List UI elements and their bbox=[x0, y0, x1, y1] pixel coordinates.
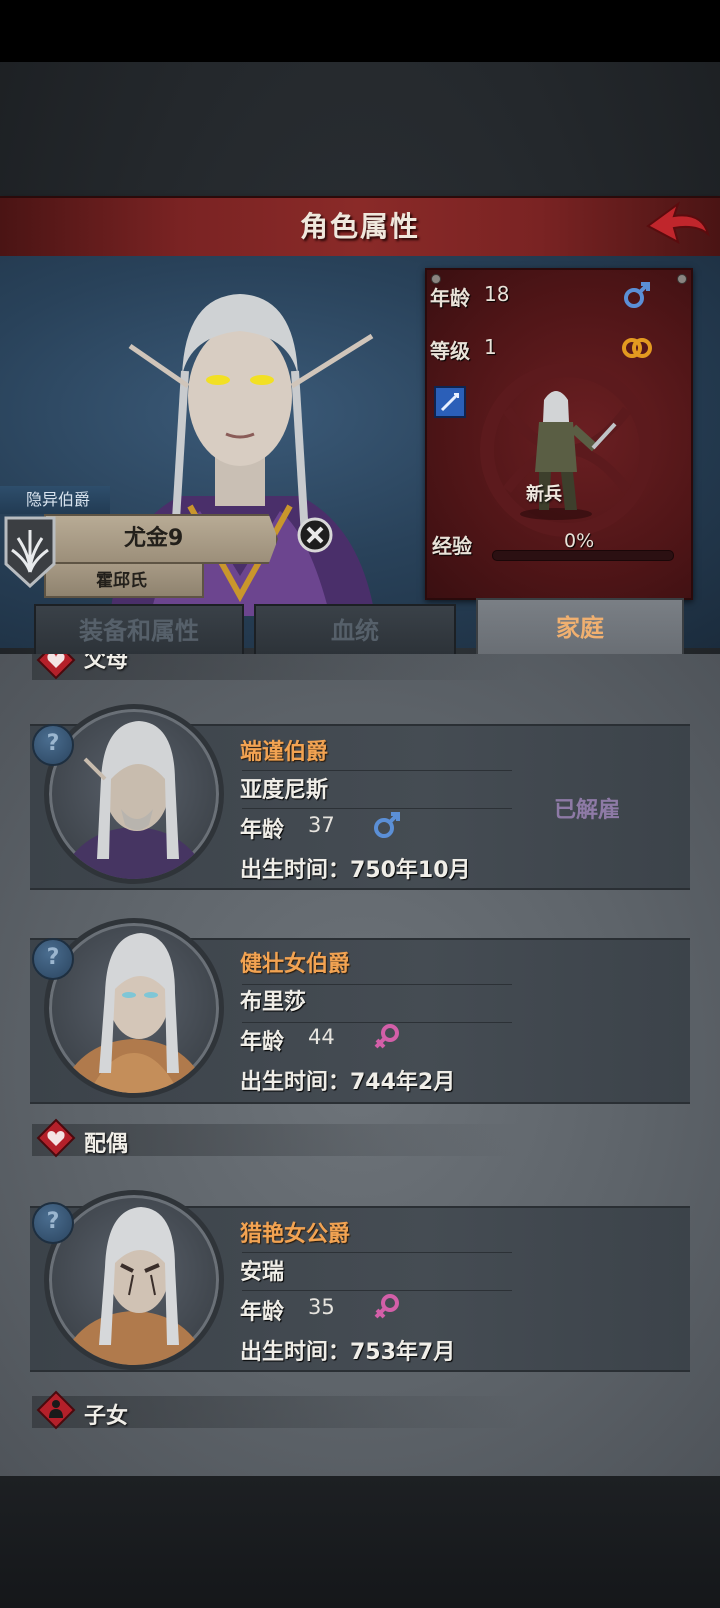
close-icon bbox=[297, 517, 333, 553]
exp-percent: 0% bbox=[564, 530, 595, 552]
member-portrait[interactable] bbox=[44, 704, 224, 884]
mother-portrait-image bbox=[59, 933, 209, 1093]
help-badge[interactable]: ? bbox=[32, 724, 74, 766]
sword-icon bbox=[440, 392, 460, 412]
male-symbol-icon bbox=[374, 812, 400, 838]
wedding-rings-icon bbox=[622, 338, 652, 358]
member-age-label: 年龄 bbox=[240, 1300, 285, 1325]
member-age: 44 bbox=[308, 1025, 335, 1049]
member-birth-date: 出生时间：753年7月 bbox=[240, 1340, 456, 1365]
divider bbox=[242, 808, 512, 809]
level-value: 1 bbox=[484, 335, 497, 359]
divider bbox=[242, 1290, 512, 1291]
noble-title-tag: 隐异伯爵 bbox=[0, 486, 110, 514]
status-bar bbox=[0, 0, 720, 62]
child-icon bbox=[36, 1390, 76, 1430]
back-arrow-icon bbox=[646, 201, 710, 244]
weapon-skill-badge[interactable] bbox=[434, 386, 466, 418]
back-button[interactable] bbox=[644, 198, 714, 254]
member-name: 安瑞 bbox=[240, 1260, 285, 1285]
divider bbox=[242, 1252, 512, 1253]
tab-family[interactable]: 家庭 bbox=[476, 598, 684, 660]
heart-icon bbox=[36, 654, 76, 680]
member-portrait[interactable] bbox=[44, 918, 224, 1098]
tab-equipment[interactable]: 装备和属性 bbox=[34, 604, 244, 658]
help-badge[interactable]: ? bbox=[32, 1202, 74, 1244]
page-title: 角色属性 bbox=[299, 210, 420, 243]
member-age-label: 年龄 bbox=[240, 818, 285, 843]
member-title: 端谨伯爵 bbox=[240, 740, 329, 765]
father-portrait-image bbox=[59, 721, 209, 879]
male-symbol-icon bbox=[624, 282, 650, 308]
member-birth-date: 出生时间：744年2月 bbox=[240, 1070, 456, 1095]
divider bbox=[242, 770, 512, 771]
help-badge[interactable]: ? bbox=[32, 938, 74, 980]
bottom-band bbox=[0, 1476, 720, 1608]
family-content-panel[interactable]: 父母 ? 端谨伯爵 亚度尼斯 年龄 37 出生时间：750年10月 已解雇 ? … bbox=[0, 654, 720, 1476]
header-banner: 角色属性 bbox=[0, 196, 720, 258]
member-age-label: 年龄 bbox=[240, 1030, 285, 1055]
member-title: 猎艳女公爵 bbox=[240, 1222, 351, 1247]
clan-crest-icon bbox=[4, 516, 56, 588]
character-name[interactable]: 尤金9 bbox=[124, 520, 183, 552]
rivet-icon bbox=[677, 274, 687, 284]
member-name: 亚度尼斯 bbox=[240, 778, 329, 803]
spouse-section-label: 配偶 bbox=[84, 1132, 129, 1157]
member-birth-date: 出生时间：750年10月 bbox=[240, 858, 471, 883]
member-age: 35 bbox=[308, 1295, 335, 1319]
unit-class-name: 新兵 bbox=[526, 484, 562, 505]
age-value: 18 bbox=[484, 282, 510, 306]
exp-label: 经验 bbox=[432, 534, 472, 558]
member-status: 已解雇 bbox=[554, 798, 621, 823]
age-label: 年龄 bbox=[430, 286, 470, 310]
member-name: 布里莎 bbox=[240, 990, 307, 1015]
female-symbol-icon bbox=[374, 1024, 399, 1049]
member-title: 健壮女伯爵 bbox=[240, 952, 351, 977]
children-section-label: 子女 bbox=[84, 1404, 129, 1429]
remove-character-button[interactable] bbox=[296, 516, 334, 554]
member-age: 37 bbox=[308, 813, 335, 837]
tab-bloodline[interactable]: 血统 bbox=[254, 604, 456, 658]
female-symbol-icon bbox=[374, 1294, 399, 1319]
level-label: 等级 bbox=[430, 339, 470, 363]
heart-icon bbox=[36, 1118, 76, 1158]
spouse-portrait-image bbox=[59, 1207, 209, 1365]
clan-name: 霍邱氏 bbox=[96, 571, 147, 591]
parents-section-label: 父母 bbox=[84, 654, 129, 673]
